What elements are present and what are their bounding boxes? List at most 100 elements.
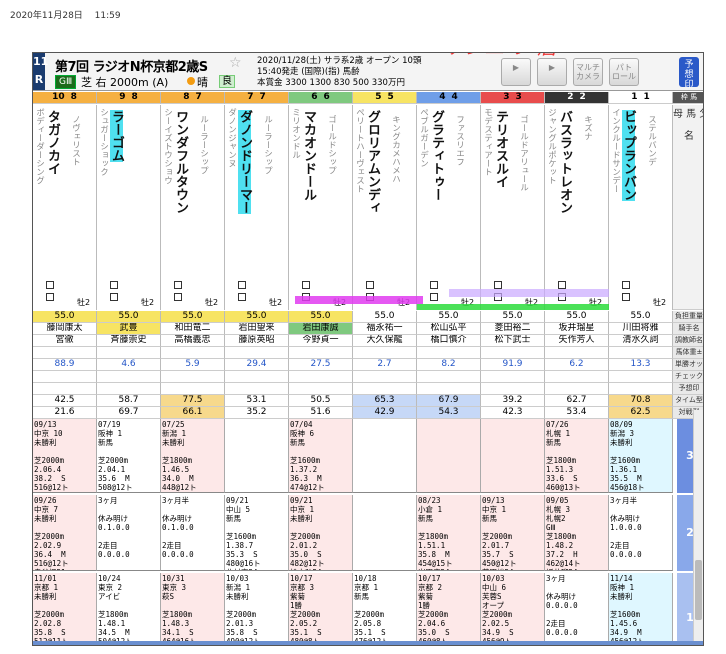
cell-odds[interactable]: 29.4	[225, 359, 289, 371]
cell-odds[interactable]: 5.9	[161, 359, 225, 371]
cell-jockey[interactable]: 藤岡康太	[33, 323, 97, 335]
horse-name[interactable]: ダノンドリーマー	[237, 110, 252, 214]
cell-odds[interactable]: 8.2	[417, 359, 481, 371]
cell-jockey[interactable]: 武豊	[97, 323, 161, 335]
past-race-cell[interactable]	[353, 495, 417, 571]
past-race-cell[interactable]: 10/17 京都 3 紫菊 1勝 芝2000m 2.05.2 35.1 S 48…	[289, 573, 353, 645]
favorite-star-icon[interactable]: ☆	[229, 55, 242, 71]
tag-mark[interactable]	[430, 281, 438, 289]
tag-mark[interactable]	[46, 293, 54, 301]
past-race-cell[interactable]: 3ヶ月半 休み明け 0.1.0.0 2走目 0.0.0.0	[161, 495, 225, 571]
cell-odds[interactable]: 2.7	[353, 359, 417, 371]
horse-name-column[interactable]: インクルードサンデー ビップランバン ステルバンデ 牡2	[609, 105, 673, 310]
horse-name-column[interactable]: ペブルガーデン グラティトゥー ファスリエフ 牡2	[417, 105, 481, 310]
multi-camera-button[interactable]: マルチ カメラ	[573, 58, 603, 86]
cell-jockey[interactable]: 福永祐一	[353, 323, 417, 335]
past-race-cell[interactable]: 09/13 中京 1 新馬 芝2000m 2.01.7 35.7 S 450@1…	[481, 495, 545, 571]
cell-trainer[interactable]: 藤原英昭	[225, 335, 289, 347]
tag-mark[interactable]	[110, 293, 118, 301]
past-race-cell[interactable]: 11/01 京都 1 未勝利 芝2000m 2.02.8 35.8 S 512@…	[33, 573, 97, 645]
cell-jockey[interactable]: 菱田裕二	[481, 323, 545, 335]
cell-odds[interactable]: 13.3	[609, 359, 673, 371]
past-race-cell[interactable]: 10/03 中山 6 芙蓉S オープ 芝2000m 2.02.5 34.9 S …	[481, 573, 545, 645]
cell-odds[interactable]: 88.9	[33, 359, 97, 371]
past-race-cell[interactable]: 10/31 東京 3 萩S 芝1800m 1.48.3 34.1 S 464@1…	[161, 573, 225, 645]
tag-mark[interactable]	[110, 281, 118, 289]
past-race-cell[interactable]: 07/26 札幌 1 新馬 芝1800m 1.51.3 33.6 S 460@1…	[545, 419, 609, 493]
tag-mark[interactable]	[238, 293, 246, 301]
cell-odds[interactable]: 4.6	[97, 359, 161, 371]
tag-mark[interactable]	[366, 281, 374, 289]
tag-mark[interactable]	[46, 281, 54, 289]
cell-trainer[interactable]: 今野貞一	[289, 335, 353, 347]
horse-name[interactable]: タガノカイ	[45, 110, 60, 175]
horse-name[interactable]: マカオンドール	[301, 110, 316, 201]
cell-odds[interactable]: 6.2	[545, 359, 609, 371]
past-race-cell[interactable]: 07/04 阪神 6 新馬 芝1600m 1.37.2 36.3 M 474@1…	[289, 419, 353, 493]
past-race-cell[interactable]: 09/26 中京 7 未勝利 芝2000m 2.02.9 36.4 M 516@…	[33, 495, 97, 571]
horse-name-column[interactable]: ペリートハーヴェストグロリアムンディキングカメハメハ牡2	[353, 105, 417, 310]
past-race-cell[interactable]: 3ヶ月 休み明け 0.1.0.0 2走目 0.0.0.0	[97, 495, 161, 571]
past-race-cell[interactable]: 3ヶ月半 休み明け 1.0.0.0 2走目 0.0.0.0	[609, 495, 673, 571]
horse-name-column[interactable]: ミリオンドルマカオンドールゴールドシップ牡2	[289, 105, 353, 310]
past-race-cell[interactable]: 07/25 新潟 1 未勝利 芝1800m 1.46.5 34.0 M 448@…	[161, 419, 225, 493]
cell-trainer[interactable]: 清水久詞	[609, 335, 673, 347]
horse-name-column[interactable]: モデスティアート テリオスルイ ゴールドアリュール 牡2	[481, 105, 545, 310]
cell-trainer[interactable]: 斉藤崇史	[97, 335, 161, 347]
horse-name[interactable]: ワンダフルタウン	[173, 110, 188, 214]
past-race-cell[interactable]	[481, 419, 545, 493]
past-race-cell[interactable]: 08/23 小倉 1 新馬 芝1800m 1.51.1 35.8 M 454@1…	[417, 495, 481, 571]
horse-name[interactable]: グロリアムンディ	[365, 110, 380, 214]
cell-jockey[interactable]: 岩田康誠	[289, 323, 353, 335]
past-race-cell[interactable]: 08/09 新潟 3 未勝利 芝1600m 1.36.1 35.5 M 456@…	[609, 419, 673, 493]
horse-name-column[interactable]: シーイズトウショウ ワンダフルタウン ルーラーシップ 牡2	[161, 105, 225, 310]
cell-jockey[interactable]: 松山弘平	[417, 323, 481, 335]
tag-mark[interactable]	[430, 293, 438, 301]
tag-mark[interactable]	[302, 281, 310, 289]
past-race-cell[interactable]: 09/05 札幌 3 札幌2 GⅢ 芝1800m 1.48.2 37.2 H 4…	[545, 495, 609, 571]
past-race-cell[interactable]: 10/17 京都 2 紫菊 1勝 芝2000m 2.04.6 35.0 S 46…	[417, 573, 481, 645]
cell-odds[interactable]: 91.9	[481, 359, 545, 371]
horse-name-column[interactable]: ジャングルポケット バスラットレオン キズナ 牡2	[545, 105, 609, 310]
past-race-cell[interactable]: 3ヶ月 休み明け 0.0.0.0 2走目 0.0.0.0	[545, 573, 609, 645]
cell-jockey[interactable]: 川田将雅	[609, 323, 673, 335]
past-race-cell[interactable]	[417, 419, 481, 493]
prediction-mark-button[interactable]: 予 想 印	[679, 57, 699, 90]
past-race-cell[interactable]: 09/13 中京 10 未勝利 芝2000m 2.06.4 38.2 S 516…	[33, 419, 97, 493]
tag-mark[interactable]	[238, 281, 246, 289]
past-race-cell[interactable]	[225, 419, 289, 493]
cell-odds[interactable]: 27.5	[289, 359, 353, 371]
tag-mark[interactable]	[558, 281, 566, 289]
past-race-cell[interactable]	[353, 419, 417, 493]
video-button-1[interactable]: ▶	[501, 58, 531, 86]
cell-jockey[interactable]: 坂井瑠星	[545, 323, 609, 335]
cell-trainer[interactable]: 大久保龍	[353, 335, 417, 347]
cell-trainer[interactable]: 松下武士	[481, 335, 545, 347]
horse-name[interactable]: テリオスルイ	[493, 110, 508, 188]
tag-mark[interactable]	[622, 293, 630, 301]
cell-trainer[interactable]: 矢作芳人	[545, 335, 609, 347]
vertical-scrollbar[interactable]	[693, 410, 703, 645]
horse-name[interactable]: グラティトゥー	[429, 110, 444, 201]
past-race-cell[interactable]: 09/21 中京 1 未勝利 芝2000m 2.01.2 35.0 S 482@…	[289, 495, 353, 571]
horse-name-column[interactable]: ボディーダーシング タガノカイ ノヴェリスト 牡2	[33, 105, 97, 310]
cell-trainer[interactable]: 高橋義忠	[161, 335, 225, 347]
cell-jockey[interactable]: 和田竜二	[161, 323, 225, 335]
tag-mark[interactable]	[174, 281, 182, 289]
past-race-cell[interactable]: 10/24 東京 2 アイビ 芝1800m 1.48.1 34.5 M 504@…	[97, 573, 161, 645]
past-race-cell[interactable]: 11/14 阪神 1 未勝利 芝1600m 1.45.6 34.9 M 456@…	[609, 573, 673, 645]
patrol-button[interactable]: パト ロール	[609, 58, 639, 86]
cell-trainer[interactable]: 橋口慎介	[417, 335, 481, 347]
past-race-cell[interactable]: 07/19 阪神 1 新馬 芝2000m 2.04.1 35.6 M 508@1…	[97, 419, 161, 493]
past-race-cell[interactable]: 10/03 新潟 1 未勝利 芝2000m 2.01.3 35.8 S 490@…	[225, 573, 289, 645]
tag-mark[interactable]	[174, 293, 182, 301]
horse-name[interactable]: ビップランバン	[621, 110, 636, 201]
cell-trainer[interactable]: 宮徹	[33, 335, 97, 347]
past-race-cell[interactable]: 10/18 京都 1 新馬 芝2000m 2.05.8 35.1 S 476@1…	[353, 573, 417, 645]
horse-name-column[interactable]: ダノンジャンヌ ダノンドリーマー ルーラーシップ 牡2	[225, 105, 289, 310]
past-race-cell[interactable]: 09/21 中山 5 新馬 芝1600m 1.38.7 35.3 S 480@1…	[225, 495, 289, 571]
tag-mark[interactable]	[494, 281, 502, 289]
scroll-thumb[interactable]	[695, 560, 702, 620]
tag-mark[interactable]	[622, 281, 630, 289]
horse-name[interactable]: バスラットレオン	[557, 110, 572, 214]
